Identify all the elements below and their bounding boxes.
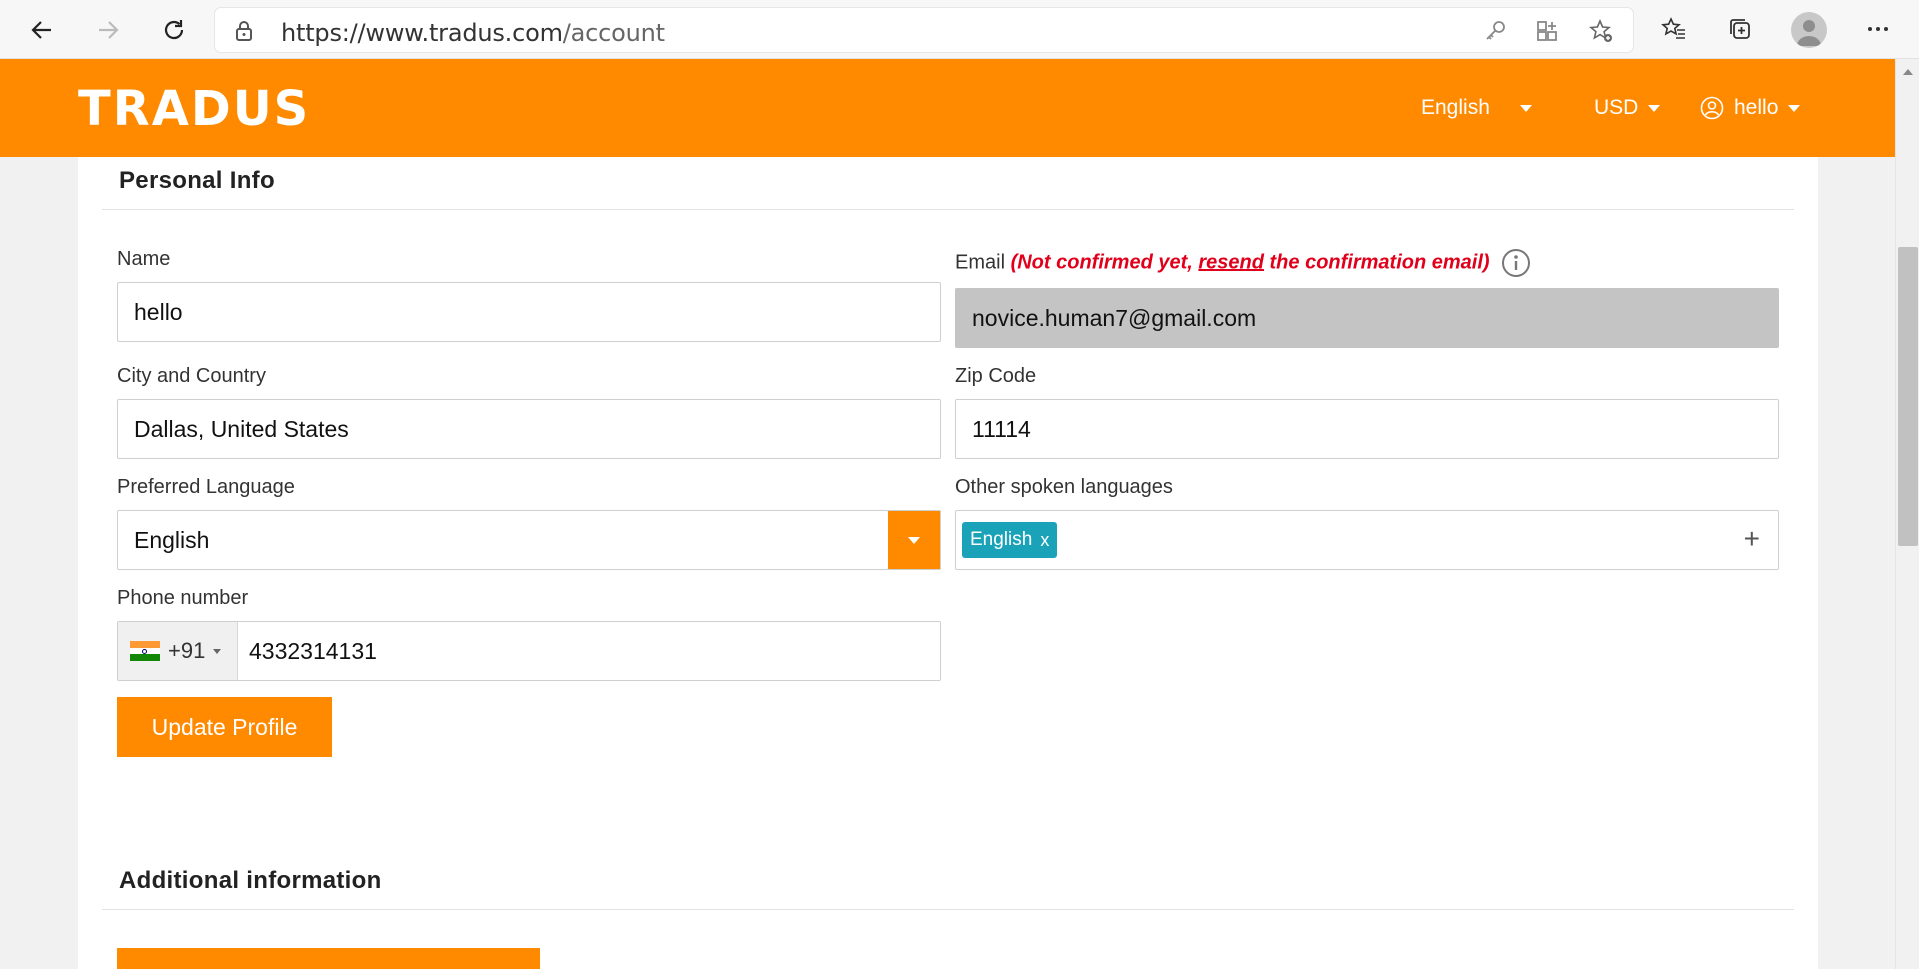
forward-button[interactable] — [88, 10, 128, 50]
currency-selector[interactable]: USD — [1594, 96, 1661, 120]
section-divider — [102, 209, 1794, 210]
email-input — [956, 289, 1778, 347]
address-bar[interactable]: https://www.tradus.com/account — [215, 8, 1633, 52]
zip-label: Zip Code — [955, 365, 1037, 387]
additional-info-title: Additional information — [119, 867, 382, 894]
update-profile-button[interactable]: Update Profile — [117, 697, 332, 757]
language-selector[interactable]: English — [1421, 96, 1532, 120]
phone-label: Phone number — [117, 587, 249, 609]
forward-arrow-icon — [99, 21, 119, 39]
user-circle-icon — [1700, 96, 1724, 120]
zip-field[interactable] — [955, 399, 1779, 459]
email-unconfirmed-note: (Not confirmed yet, resend the confirmat… — [1011, 251, 1490, 273]
reload-button[interactable] — [154, 10, 194, 50]
scroll-up-icon[interactable] — [1903, 69, 1913, 75]
section-divider — [102, 909, 1794, 910]
dropdown-toggle[interactable] — [888, 511, 940, 569]
phone-input-wrap — [239, 622, 940, 680]
favorites-button[interactable] — [1659, 14, 1689, 44]
resend-link[interactable]: resend — [1198, 251, 1264, 273]
phone-field: +91 — [117, 621, 941, 681]
zip-input[interactable] — [956, 400, 1778, 458]
city-label: City and Country — [117, 365, 266, 387]
email-note-prefix: (Not confirmed yet, — [1010, 251, 1199, 274]
preferred-language-select[interactable]: English — [117, 510, 941, 570]
back-arrow-icon — [31, 21, 51, 39]
preferred-language-value: English — [134, 527, 210, 553]
user-name: hello — [1734, 96, 1779, 119]
more-options-icon — [1868, 27, 1888, 31]
chevron-down-icon — [1519, 104, 1532, 112]
country-code-selector[interactable]: +91 — [118, 622, 238, 680]
lock-icon — [236, 21, 252, 41]
url-path: /account — [562, 19, 665, 47]
email-note-suffix: the confirmation email) — [1263, 251, 1490, 274]
chevron-down-icon — [1648, 104, 1661, 112]
tradus-logo[interactable]: TRADUS — [78, 81, 360, 138]
email-field — [955, 288, 1779, 348]
email-label-row: Email (Not confirmed yet, resend the con… — [955, 248, 1531, 278]
additional-info-button[interactable] — [117, 948, 540, 969]
logo-wordmark: TRADUS — [78, 81, 310, 137]
info-icon[interactable] — [1501, 248, 1531, 278]
browser-profile-avatar[interactable] — [1791, 12, 1827, 48]
user-menu[interactable]: hello — [1700, 96, 1801, 120]
page-scrollbar[interactable] — [1895, 59, 1919, 969]
add-language-button[interactable]: + — [1744, 525, 1760, 553]
personal-info-title: Personal Info — [119, 167, 275, 194]
language-tag-label: English — [970, 529, 1033, 550]
add-favorite-icon[interactable] — [1589, 19, 1613, 43]
svg-text:TRADUS: TRADUS — [78, 81, 310, 133]
city-field[interactable] — [117, 399, 941, 459]
currency-label: USD — [1594, 96, 1639, 119]
remove-tag-button[interactable]: x — [1040, 530, 1049, 551]
scroll-thumb[interactable] — [1898, 247, 1918, 546]
back-button[interactable] — [22, 10, 62, 50]
name-field[interactable] — [117, 282, 941, 342]
dial-code: +91 — [168, 638, 206, 663]
language-tag: English x — [962, 522, 1058, 558]
chevron-down-icon — [908, 536, 920, 544]
favorites-list-icon — [1661, 17, 1685, 39]
browser-toolbar: https://www.tradus.com/account — [0, 0, 1919, 59]
url-host: https://www.tradus.com — [281, 19, 563, 47]
reload-icon — [164, 20, 184, 40]
person-icon — [1797, 20, 1821, 46]
chevron-down-icon — [213, 648, 222, 654]
email-label: Email — [955, 251, 1006, 274]
city-input[interactable] — [118, 400, 940, 458]
app-available-icon[interactable] — [1535, 19, 1559, 43]
collections-icon — [1730, 19, 1750, 39]
name-input[interactable] — [118, 283, 940, 341]
other-languages-label: Other spoken languages — [955, 476, 1173, 498]
settings-more-button[interactable] — [1863, 14, 1893, 44]
chevron-down-icon — [1788, 104, 1801, 112]
account-card: Personal Info Name Email (Not confirmed … — [78, 157, 1818, 969]
site-header: TRADUS English USD hello — [0, 59, 1895, 157]
key-icon[interactable] — [1483, 19, 1507, 43]
collections-button[interactable] — [1725, 14, 1755, 44]
other-languages-field[interactable]: English x + — [955, 510, 1779, 570]
india-flag-icon — [130, 641, 160, 661]
preferred-language-label: Preferred Language — [117, 476, 295, 498]
url-text: https://www.tradus.com/account — [281, 19, 665, 47]
phone-input[interactable] — [239, 622, 940, 680]
name-label: Name — [117, 248, 171, 270]
language-label: English — [1421, 96, 1490, 119]
